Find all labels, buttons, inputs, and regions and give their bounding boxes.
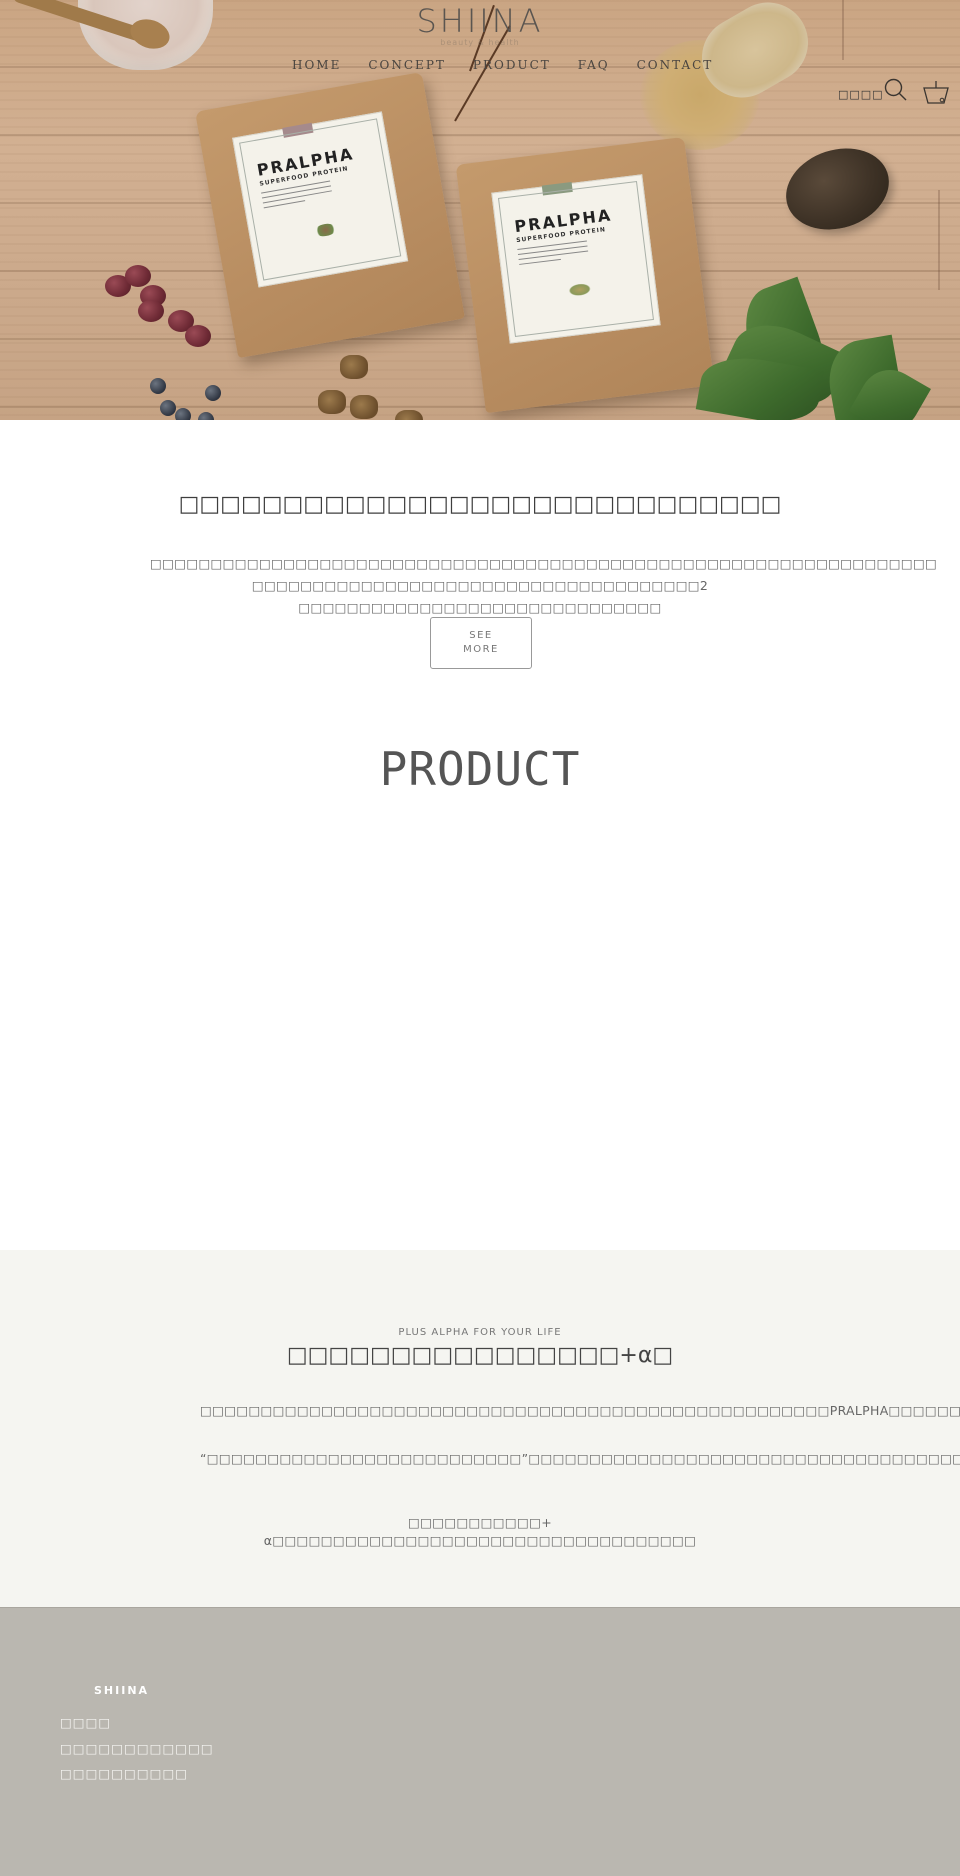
plus-alpha-paragraph: “□□□□□□□□□□□□□□□□□□□□□□□□□□”□□□□□□□□□□□□… bbox=[200, 1451, 960, 1466]
blueberry-image bbox=[160, 400, 176, 416]
product-pouch-green: PRALPHA SUPERFOOD PROTEIN bbox=[455, 136, 715, 414]
intro-paragraph-line: □□□□□□□□□□□□□□□□□□□□□□□□□□□□□□□□□□□□□2 □… bbox=[251, 578, 709, 615]
intro-paragraph: □□□□□□□□□□□□□□□□□□□□□□□□□□□□□□□□□□□□□□□□… bbox=[150, 553, 938, 619]
nut-image bbox=[340, 355, 368, 379]
blueberry-image bbox=[150, 378, 166, 394]
intro-title: □□□□□□□□□□□□□□□□□□□□□□□□□□□□□ bbox=[178, 492, 782, 517]
plus-alpha-paragraph: □□□□□□□□□□□+ α□□□□□□□□□□□□□□□□□□□□□□□□□□… bbox=[263, 1515, 697, 1548]
nav-contact[interactable]: CONTACT bbox=[637, 58, 714, 72]
avocado-image bbox=[775, 135, 900, 243]
site-tagline: beauty & health bbox=[440, 38, 520, 47]
grape-image bbox=[125, 265, 151, 287]
pouch-color-tab bbox=[282, 122, 314, 138]
product-pouch-berry: PRALPHA SUPERFOOD PROTEIN bbox=[195, 71, 465, 359]
site-logo[interactable]: SHIINA bbox=[0, 2, 960, 40]
footer-link[interactable]: □□□□□□□□□□□□ bbox=[60, 1741, 214, 1756]
nut-image bbox=[318, 390, 346, 414]
blueberry-image bbox=[198, 412, 214, 420]
search-button[interactable] bbox=[884, 78, 908, 102]
blueberry-image bbox=[205, 385, 221, 401]
footer-link[interactable]: □□□□ bbox=[60, 1715, 111, 1730]
blueberry-image bbox=[175, 408, 191, 420]
plus-alpha-kicker: PLUS ALPHA FOR YOUR LIFE bbox=[398, 1327, 562, 1338]
pouch-fruit-illustration bbox=[313, 222, 338, 238]
see-more-label: SEE MORE bbox=[463, 630, 499, 655]
pouch-color-tab bbox=[541, 181, 573, 196]
nut-image bbox=[395, 410, 423, 420]
search-icon bbox=[884, 78, 907, 101]
site-footer: SHIINA □□□□ □□□□□□□□□□□□ □□□□□□□□□□ bbox=[0, 1607, 960, 1876]
nav-faq[interactable]: FAQ bbox=[578, 58, 610, 72]
account-link[interactable]: □□□□ bbox=[838, 88, 884, 101]
nav-product[interactable]: PRODUCT bbox=[473, 58, 551, 72]
footer-logo[interactable]: SHIINA bbox=[94, 1684, 149, 1697]
footer-link[interactable]: □□□□□□□□□□ bbox=[60, 1766, 188, 1781]
cart-button[interactable] bbox=[922, 79, 950, 107]
grape-image bbox=[138, 300, 164, 322]
see-more-button[interactable]: SEE MORE bbox=[430, 617, 532, 669]
main-nav: HOME CONCEPT PRODUCT FAQ CONTACT bbox=[292, 58, 740, 72]
nav-home[interactable]: HOME bbox=[292, 58, 341, 72]
plus-alpha-section: PLUS ALPHA FOR YOUR LIFE □□□□□□□□□□□□□□□… bbox=[0, 1250, 960, 1607]
intro-paragraph-line: □□□□□□□□□□□□□□□□□□□□□□□□□□□□□□□□□□□□□□□□… bbox=[150, 556, 938, 571]
nut-image bbox=[350, 395, 378, 419]
product-heading: PRODUCT bbox=[379, 742, 581, 796]
wood-seam bbox=[938, 190, 940, 290]
cart-icon bbox=[923, 81, 949, 104]
plus-alpha-title: □□□□□□□□□□□□□□□□+α□ bbox=[286, 1343, 674, 1368]
nav-concept[interactable]: CONCEPT bbox=[368, 58, 446, 72]
pouch-grain-illustration bbox=[568, 282, 592, 298]
plus-alpha-paragraph: □□□□□□□□□□□□□□□□□□□□□□□□□□□□□□□□□□□□□□□□… bbox=[200, 1403, 960, 1418]
pouch-description bbox=[517, 240, 589, 269]
grape-image bbox=[185, 325, 211, 347]
